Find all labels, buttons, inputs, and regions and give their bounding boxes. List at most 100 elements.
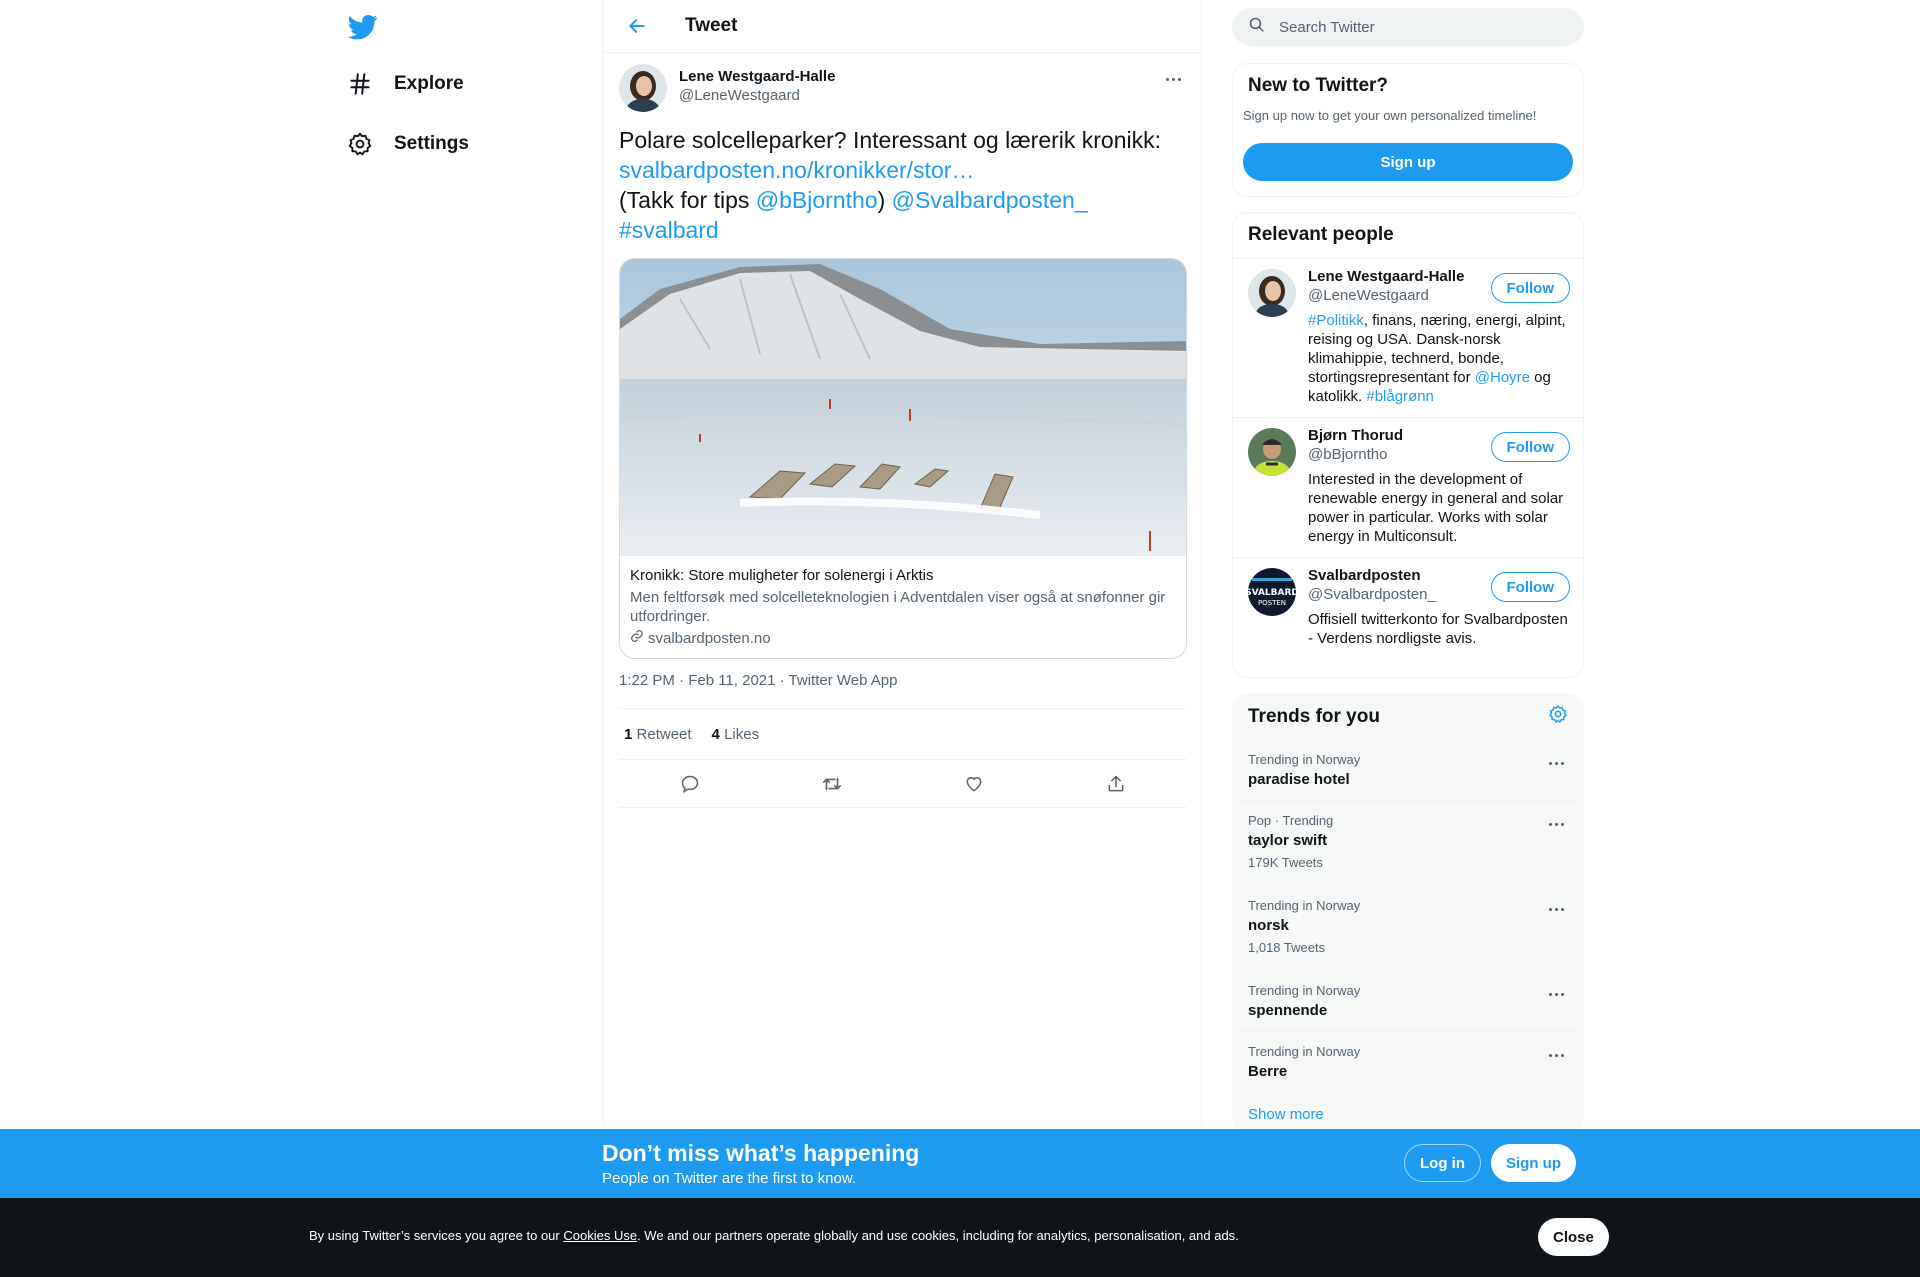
person-name[interactable]: Svalbardposten	[1308, 567, 1421, 584]
trend-name: taylor swift	[1248, 832, 1328, 849]
trend-context: Trending in Norway	[1248, 1044, 1361, 1059]
sign-up-button[interactable]: Sign up	[1243, 143, 1573, 181]
relevant-people-box: Relevant people Lene Westgaard-Halle @Le…	[1232, 212, 1584, 678]
likes-count: 4	[711, 725, 720, 743]
retweets-stat[interactable]: 1 Retweet	[624, 726, 692, 743]
person-item[interactable]: Bjørn Thorud @bBjorntho Follow Intereste…	[1233, 417, 1583, 557]
svalbardposten-logo: SVALBARDPOSTEN	[1248, 568, 1296, 616]
tweet-timestamp[interactable]: 1:22 PM · Feb 11, 2021 · Twitter Web App	[619, 672, 897, 689]
trend-name: norsk	[1248, 917, 1289, 934]
more-options-icon[interactable]	[1542, 813, 1570, 835]
svg-text:SVALBARD: SVALBARD	[1248, 588, 1296, 598]
trend-item[interactable]: Pop · Trending taylor swift 179K Tweets	[1233, 801, 1583, 886]
reply-icon[interactable]	[672, 766, 708, 802]
cookie-text-before: By using Twitter’s services you agree to…	[309, 1228, 564, 1243]
card-domain: svalbardposten.no	[630, 629, 1176, 648]
more-options-icon[interactable]	[1159, 68, 1187, 90]
tweet-link[interactable]: svalbardposten.no/kronikker/stor…	[619, 157, 974, 183]
hashtag-link[interactable]: #Politikk	[1308, 312, 1364, 329]
card-body: Kronikk: Store muligheter for solenergi …	[620, 556, 1186, 658]
trends-title: Trends for you	[1248, 705, 1380, 727]
nav-settings-label: Settings	[394, 133, 469, 154]
like-icon[interactable]	[956, 766, 992, 802]
author-handle[interactable]: @LeneWestgaard	[679, 87, 800, 104]
search-icon	[1248, 16, 1265, 38]
person-handle[interactable]: @Svalbardposten_	[1308, 586, 1436, 603]
banner-subtitle: People on Twitter are the first to know.	[602, 1170, 857, 1187]
more-options-icon[interactable]	[1542, 752, 1570, 774]
back-arrow-icon[interactable]	[619, 8, 655, 44]
link-card[interactable]: Kronikk: Store muligheter for solenergi …	[619, 258, 1187, 659]
trend-count: 1,018 Tweets	[1248, 940, 1326, 955]
share-icon[interactable]	[1098, 766, 1134, 802]
gear-icon[interactable]	[1548, 704, 1568, 730]
person-handle[interactable]: @bBjorntho	[1308, 446, 1387, 463]
nav-settings[interactable]: Settings	[340, 118, 469, 170]
search-input[interactable]	[1279, 18, 1559, 36]
trend-name: spennende	[1248, 1002, 1328, 1019]
retweets-label: Retweet	[636, 725, 692, 743]
trend-name: paradise hotel	[1248, 771, 1350, 788]
avatar[interactable]	[1248, 428, 1296, 476]
card-image	[620, 259, 1186, 556]
more-options-icon[interactable]	[1542, 898, 1570, 920]
tweet-text: Polare solcelleparker? Interessant og læ…	[619, 125, 1187, 245]
card-title: Kronikk: Store muligheter for solenergi …	[630, 567, 934, 584]
person-name[interactable]: Lene Westgaard-Halle	[1308, 268, 1464, 285]
new-to-twitter-box: New to Twitter? Sign up now to get your …	[1232, 63, 1584, 197]
close-button[interactable]: Close	[1538, 1218, 1609, 1256]
trend-item[interactable]: Trending in Norway Berre	[1233, 1032, 1583, 1093]
person-bio: #Politikk, finans, næring, energi, alpin…	[1308, 311, 1570, 406]
likes-stat[interactable]: 4 Likes	[712, 726, 760, 743]
tweet-stats: 1 Retweet 4 Likes	[619, 708, 1187, 760]
mention-link[interactable]: @bBjorntho	[756, 187, 878, 213]
main-column: Tweet Lene Westgaard-Halle @LeneWestgaar…	[602, 0, 1202, 1277]
trend-context: Trending in Norway	[1248, 898, 1361, 913]
hashtag-icon	[340, 64, 380, 104]
banner-title: Don’t miss what’s happening	[602, 1140, 920, 1166]
log-in-button[interactable]: Log in	[1404, 1144, 1481, 1182]
show-more-link[interactable]: Show more	[1248, 1106, 1324, 1123]
person-item[interactable]: SVALBARDPOSTEN Svalbardposten @Svalbardp…	[1233, 557, 1583, 677]
retweet-icon[interactable]	[814, 766, 850, 802]
cookie-banner: By using Twitter’s services you agree to…	[0, 1198, 1920, 1277]
card-domain-text: svalbardposten.no	[648, 630, 771, 647]
more-options-icon[interactable]	[1542, 983, 1570, 1005]
cookies-use-link[interactable]: Cookies Use	[563, 1228, 637, 1243]
person-item[interactable]: Lene Westgaard-Halle @LeneWestgaard Foll…	[1233, 258, 1583, 417]
mention-link[interactable]: @Hoyre	[1475, 369, 1530, 386]
sign-up-button[interactable]: Sign up	[1491, 1144, 1576, 1182]
follow-button[interactable]: Follow	[1490, 432, 1570, 462]
trend-context: Trending in Norway	[1248, 983, 1361, 998]
trend-name: Berre	[1248, 1063, 1288, 1080]
svg-text:POSTEN: POSTEN	[1258, 599, 1286, 607]
avatar[interactable]	[619, 64, 667, 112]
tweet-text-mid: )	[877, 187, 886, 213]
trend-count: 179K Tweets	[1248, 855, 1323, 870]
person-handle[interactable]: @LeneWestgaard	[1308, 287, 1429, 304]
trend-item[interactable]: Trending in Norway spennende	[1233, 971, 1583, 1032]
new-to-twitter-title: New to Twitter?	[1248, 75, 1389, 96]
nav-explore[interactable]: Explore	[340, 58, 464, 110]
author-name[interactable]: Lene Westgaard-Halle	[679, 68, 835, 85]
avatar[interactable]: SVALBARDPOSTEN	[1248, 568, 1296, 616]
person-bio: Offisiell twitterkonto for Svalbardposte…	[1308, 611, 1568, 647]
hashtag-link[interactable]: #blågrønn	[1366, 388, 1434, 405]
more-options-icon[interactable]	[1542, 1044, 1570, 1066]
avatar[interactable]	[1248, 269, 1296, 317]
person-name[interactable]: Bjørn Thorud	[1308, 427, 1403, 444]
trend-item[interactable]: Trending in Norway norsk 1,018 Tweets	[1233, 886, 1583, 971]
hashtag-link[interactable]: #svalbard	[619, 217, 719, 243]
tweet-text-prefix: (Takk for tips	[619, 187, 756, 213]
follow-button[interactable]: Follow	[1490, 572, 1570, 602]
retweets-count: 1	[624, 725, 633, 743]
tweet-actions	[619, 760, 1187, 808]
search-box[interactable]	[1232, 8, 1584, 46]
cookie-text-after: . We and our partners operate globally a…	[637, 1228, 1239, 1243]
trend-item[interactable]: Trending in Norway paradise hotel	[1233, 740, 1583, 801]
tweet-author: Lene Westgaard-Halle @LeneWestgaard	[619, 64, 1187, 114]
mention-link[interactable]: @Svalbardposten_	[892, 187, 1088, 213]
new-to-twitter-subtitle: Sign up now to get your own personalized…	[1243, 108, 1537, 123]
twitter-logo-icon[interactable]	[347, 12, 378, 42]
follow-button[interactable]: Follow	[1490, 273, 1570, 303]
